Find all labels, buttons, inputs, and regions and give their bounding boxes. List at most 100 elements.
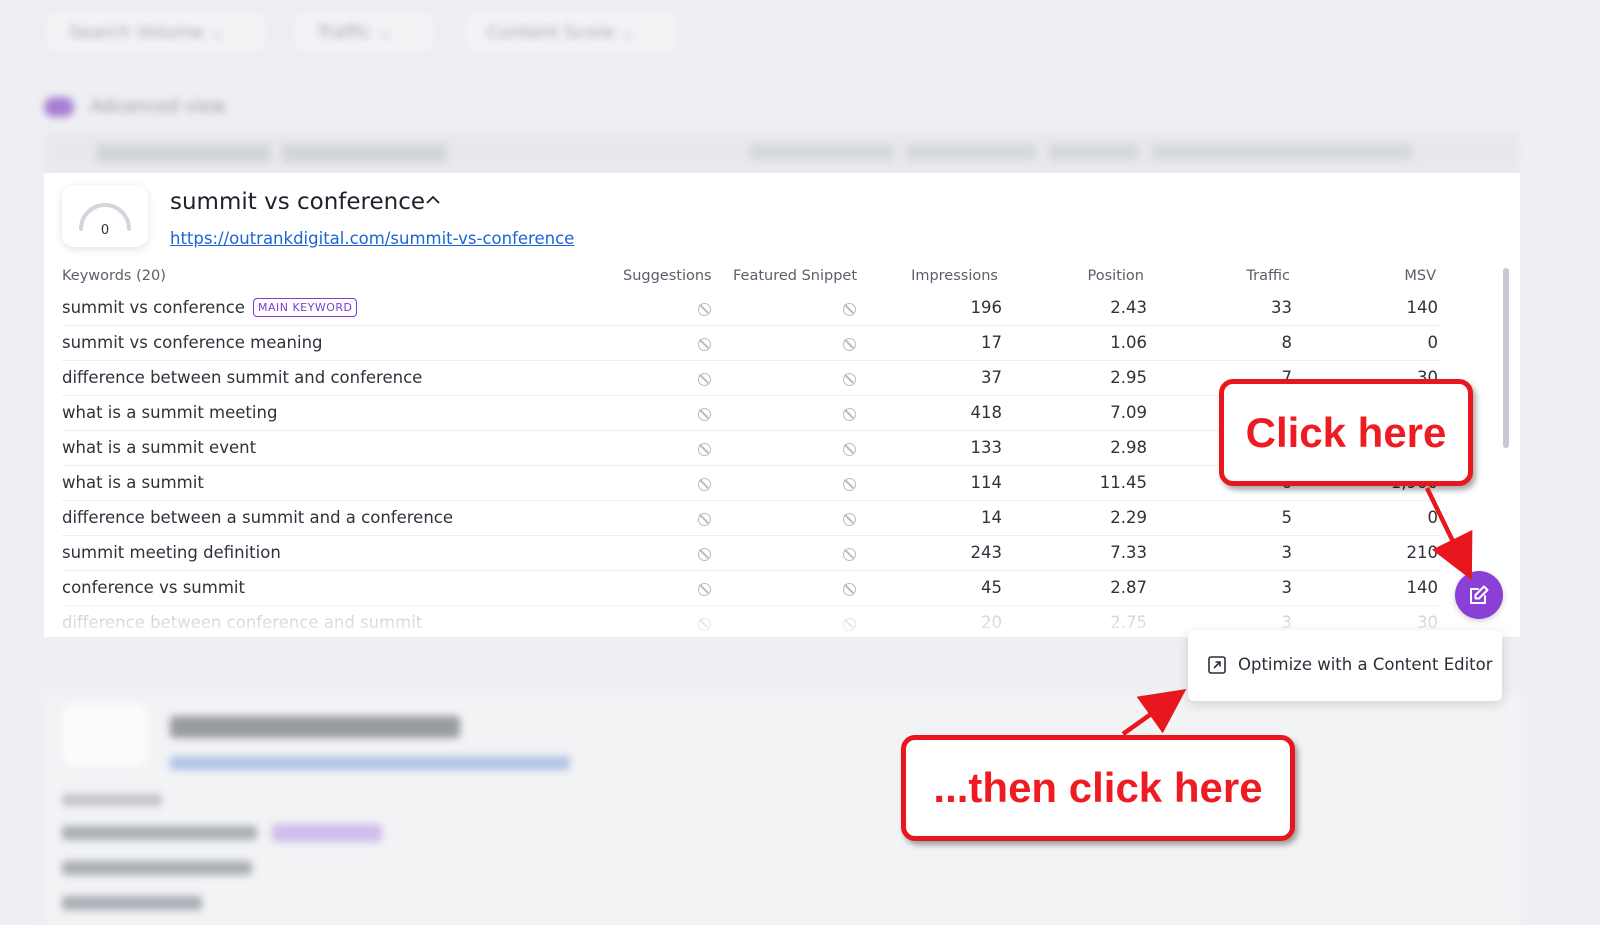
advanced-view-label: Advanced view xyxy=(90,96,227,117)
filter-traffic[interactable]: Traffic ⌄ xyxy=(292,10,436,54)
keyword-title: summit vs conference xyxy=(170,189,426,215)
blurred-row xyxy=(62,896,202,910)
blurred-row xyxy=(62,826,257,840)
impressions-cell: 45 xyxy=(981,578,1002,597)
keyword-cell: summit meeting definition xyxy=(62,543,281,562)
keyword-cell: difference between summit and conference xyxy=(62,368,422,387)
position-cell: 2.87 xyxy=(1110,578,1147,597)
traffic-cell: 33 xyxy=(1271,298,1292,317)
keyword-text: what is a summit event xyxy=(62,438,257,457)
filter-search-volume[interactable]: Search Volume ⌄ xyxy=(44,10,268,54)
blurred-header xyxy=(62,794,162,806)
external-link-icon xyxy=(1208,656,1226,674)
header-suggestions[interactable]: Suggestions xyxy=(623,268,712,284)
table-row[interactable]: summit meeting definition 243 7.33 3 210 xyxy=(44,536,1520,571)
ban-icon xyxy=(843,443,856,456)
impressions-cell: 17 xyxy=(981,333,1002,352)
header-impressions[interactable]: Impressions xyxy=(911,268,998,284)
content-score-gauge: 0 xyxy=(62,185,148,247)
ban-icon xyxy=(843,513,856,526)
filter-content-score[interactable]: Content Score ⌄ xyxy=(462,10,680,54)
ban-icon xyxy=(698,408,711,421)
score-value: 0 xyxy=(100,223,110,238)
header-traffic[interactable]: Traffic xyxy=(1246,268,1290,284)
optimize-content-editor-item[interactable]: Optimize with a Content Editor xyxy=(1188,630,1502,701)
blurred-row xyxy=(62,861,252,875)
traffic-cell: 3 xyxy=(1281,578,1293,597)
position-cell: 11.45 xyxy=(1099,473,1147,492)
keyword-cell: summit vs conference MAIN KEYWORD xyxy=(62,298,358,317)
ban-icon xyxy=(843,373,856,386)
ban-icon xyxy=(843,408,856,421)
keyword-text: difference between summit and conference xyxy=(62,368,423,387)
traffic-cell: 8 xyxy=(1281,333,1293,352)
card-summary-strip xyxy=(44,132,1520,174)
table-row[interactable]: difference between a summit and a confer… xyxy=(44,501,1520,536)
strip-stat xyxy=(906,144,1036,160)
blurred-gauge xyxy=(62,704,148,766)
position-cell: 2.29 xyxy=(1110,508,1147,527)
impressions-cell: 133 xyxy=(970,438,1003,457)
ban-icon xyxy=(843,618,856,631)
callout-text: ...then click here xyxy=(933,764,1263,811)
filter-label: Content Score xyxy=(487,22,615,43)
ban-icon xyxy=(698,478,711,491)
advanced-view-toggle[interactable]: Advanced view xyxy=(44,96,226,117)
msv-cell: 140 xyxy=(1406,578,1439,597)
position-cell: 7.09 xyxy=(1110,403,1147,422)
position-cell: 7.33 xyxy=(1110,543,1147,562)
header-position[interactable]: Position xyxy=(1088,268,1144,284)
strip-chip xyxy=(96,144,271,162)
strip-stat xyxy=(1049,144,1139,160)
keyword-text: difference between conference and summit xyxy=(62,613,423,632)
position-cell: 2.98 xyxy=(1110,438,1147,457)
position-cell: 2.43 xyxy=(1110,298,1147,317)
table-row[interactable]: conference vs summit 45 2.87 3 140 xyxy=(44,571,1520,606)
ban-icon xyxy=(843,548,856,561)
toggle-knob xyxy=(44,96,74,117)
header-keywords[interactable]: Keywords (20) xyxy=(62,268,166,284)
impressions-cell: 14 xyxy=(981,508,1002,527)
page-url-link[interactable]: https://outrankdigital.com/summit-vs-con… xyxy=(170,229,574,248)
ban-icon xyxy=(698,338,711,351)
ban-icon xyxy=(698,373,711,386)
keyword-text: difference between a summit and a confer… xyxy=(62,508,454,527)
header-msv[interactable]: MSV xyxy=(1404,268,1436,284)
filter-label: Search Volume xyxy=(69,22,204,43)
background-filters: Search Volume ⌄ Traffic ⌄ Content Score … xyxy=(0,0,1600,174)
keyword-cell: summit vs conference meaning xyxy=(62,333,323,352)
callout-click-here: Click here xyxy=(1219,379,1473,486)
ban-icon xyxy=(843,478,856,491)
table-header: Keywords (20) Suggestions Featured Snipp… xyxy=(44,268,1520,290)
impressions-cell: 20 xyxy=(981,613,1002,632)
impressions-cell: 243 xyxy=(970,543,1003,562)
keyword-text: summit meeting definition xyxy=(62,543,281,562)
keyword-cell: what is a summit xyxy=(62,473,204,492)
keyword-cell: conference vs summit xyxy=(62,578,245,597)
ban-icon xyxy=(698,618,711,631)
table-scrollbar[interactable] xyxy=(1503,268,1509,448)
edit-content-button[interactable] xyxy=(1455,571,1503,619)
keyword-text: what is a summit meeting xyxy=(62,403,278,422)
position-cell: 1.06 xyxy=(1110,333,1147,352)
impressions-cell: 37 xyxy=(981,368,1002,387)
ban-icon xyxy=(843,303,856,316)
filter-label: Traffic xyxy=(317,22,372,43)
table-row[interactable]: summit vs conference MAIN KEYWORD 196 2.43 3… xyxy=(44,291,1520,326)
blurred-title xyxy=(170,716,460,738)
keyword-text: summit vs conference meaning xyxy=(62,333,323,352)
edit-icon xyxy=(1470,585,1489,604)
table-row[interactable]: summit vs conference meaning 17 1.06 8 0 xyxy=(44,326,1520,361)
blurred-badge xyxy=(272,824,382,842)
header-featured-snippet[interactable]: Featured Snippet xyxy=(733,268,857,284)
position-cell: 2.95 xyxy=(1110,368,1147,387)
edit-dropdown-menu: Optimize with a Content Editor xyxy=(1188,630,1502,701)
msv-cell: 0 xyxy=(1427,508,1439,527)
strip-stat xyxy=(1152,144,1412,160)
msv-cell: 0 xyxy=(1427,333,1439,352)
impressions-cell: 114 xyxy=(970,473,1003,492)
ban-icon xyxy=(698,583,711,596)
strip-chip xyxy=(282,144,447,162)
keyword-text: conference vs summit xyxy=(62,578,245,597)
chevron-up-icon[interactable] xyxy=(426,193,440,207)
